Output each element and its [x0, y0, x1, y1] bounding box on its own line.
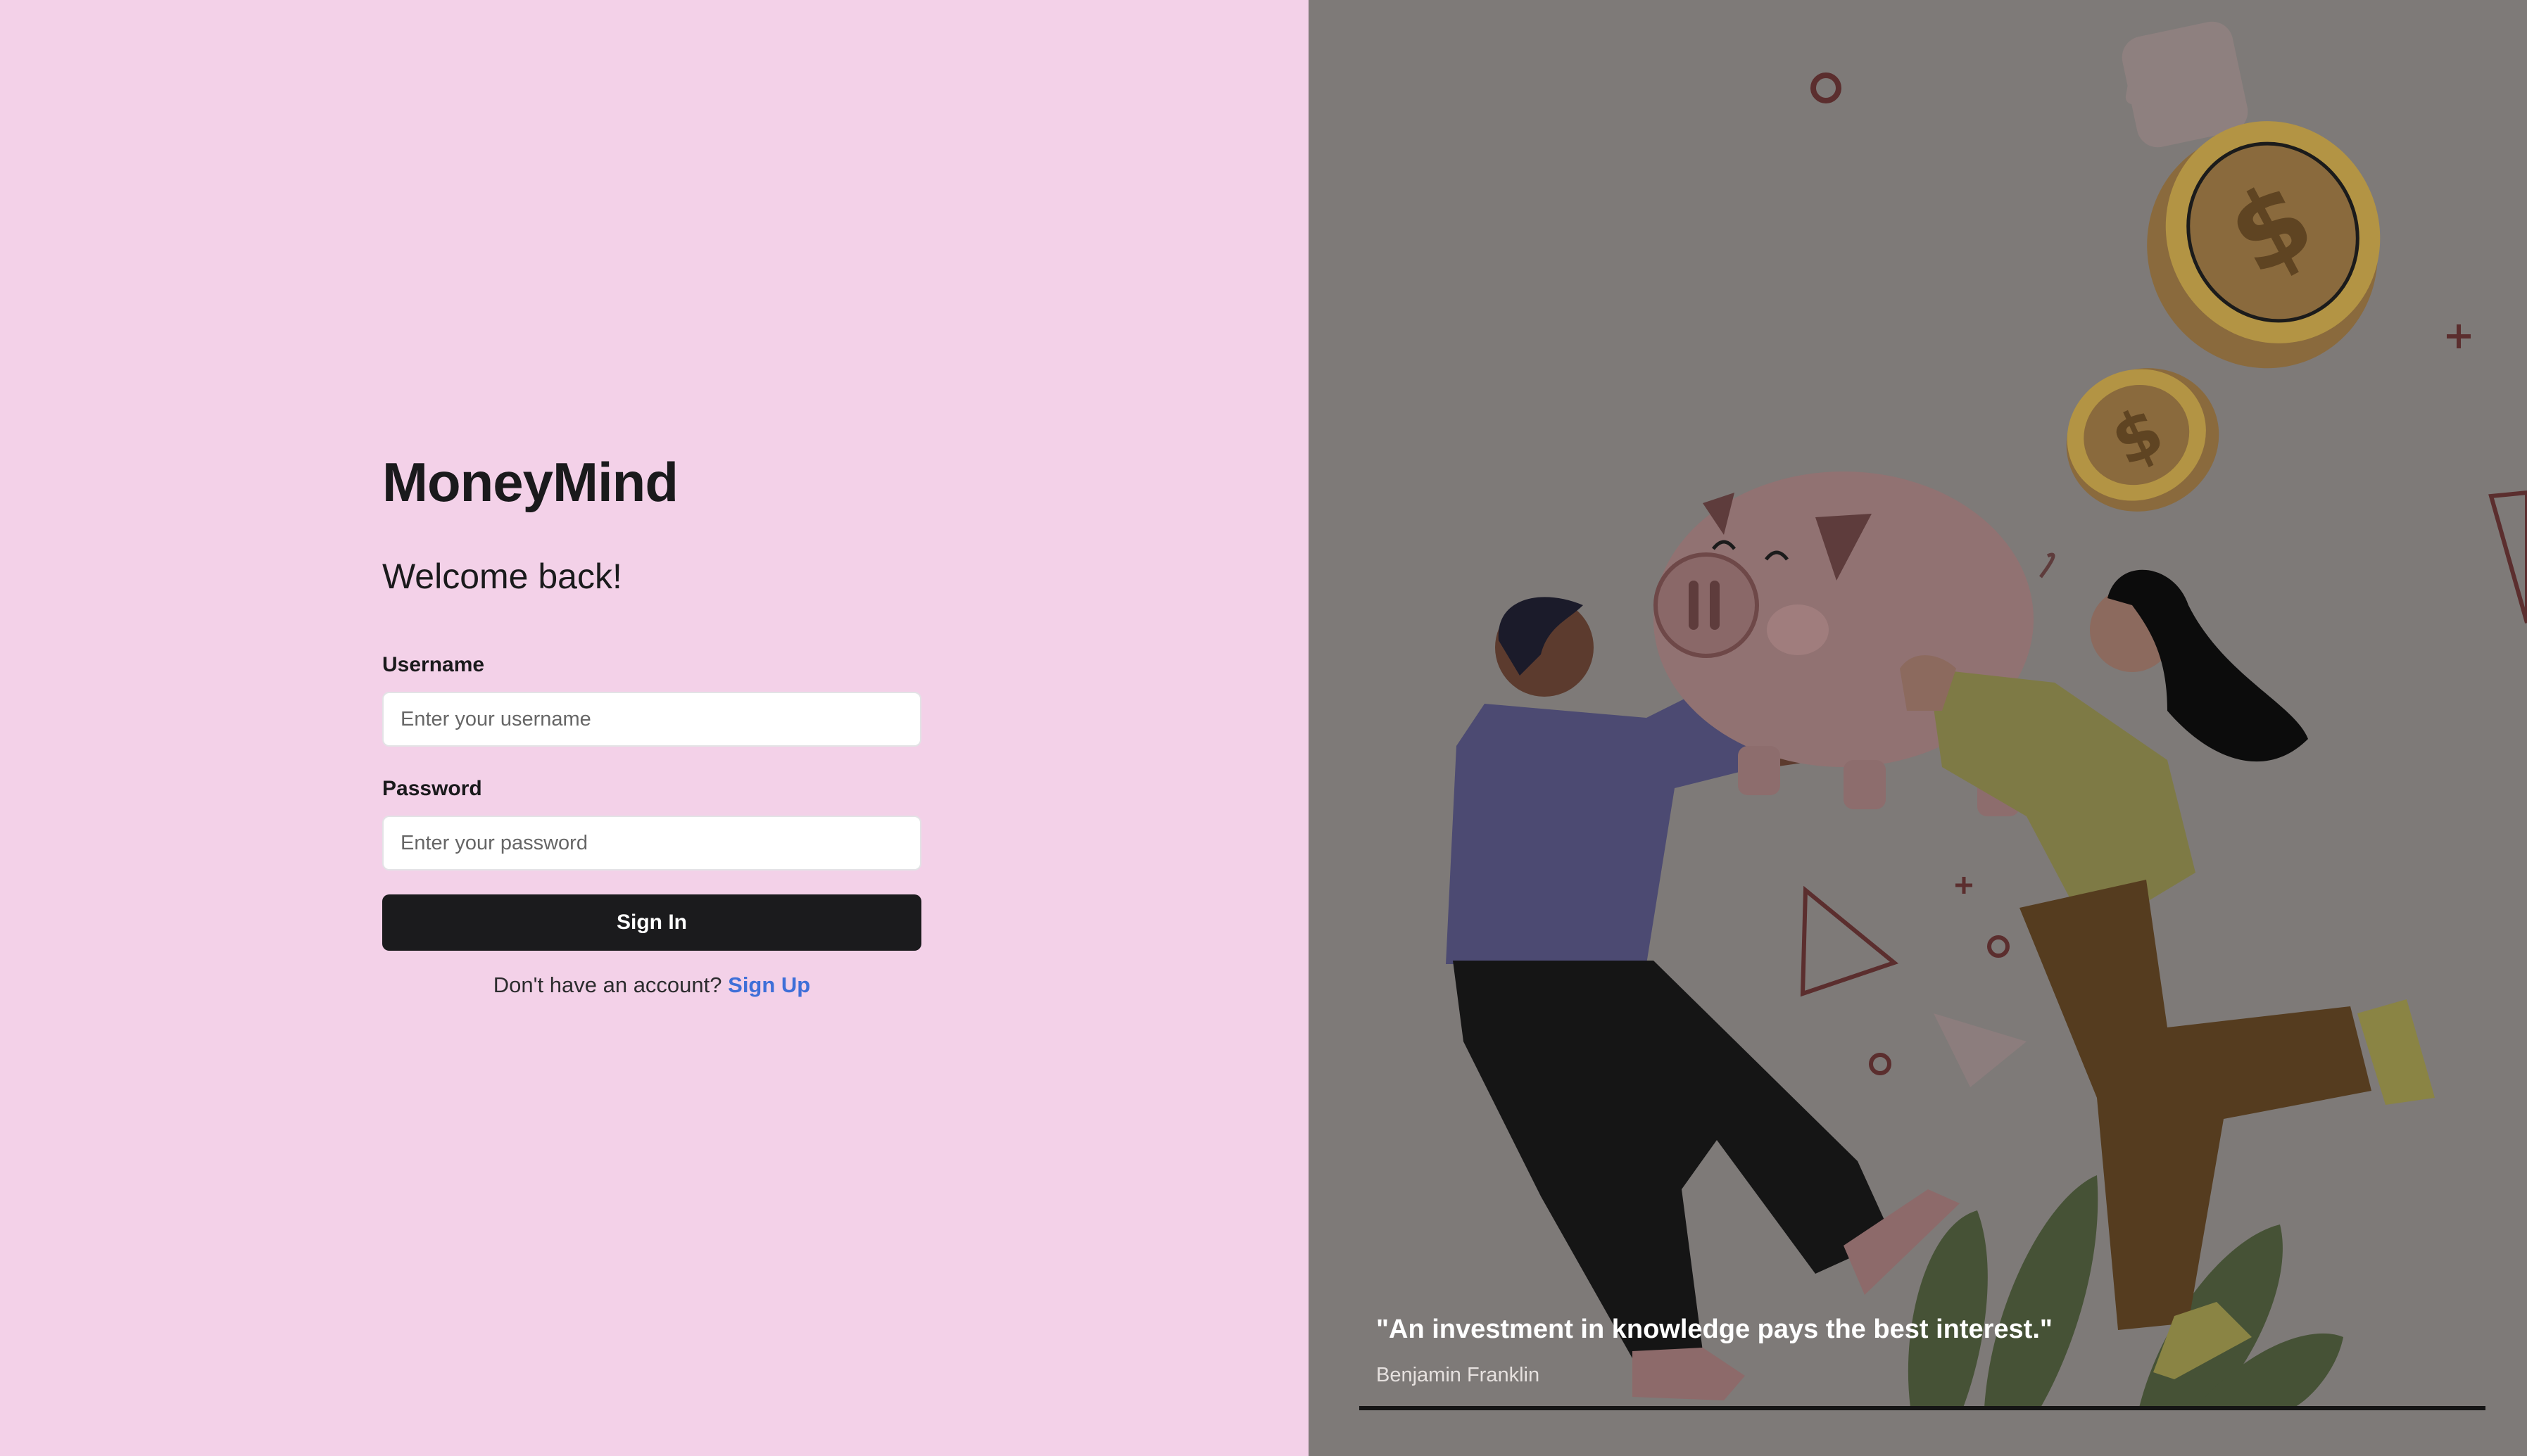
login-panel: MoneyMind Welcome back! Username Passwor… [0, 0, 1309, 1456]
hero-illustration: $ $ [1446, 21, 2527, 1407]
username-label: Username [382, 653, 485, 676]
hero-illustration-panel: $ $ "An investment in knowledge pays the… [1309, 0, 2527, 1456]
welcome-heading: Welcome back! [382, 557, 622, 596]
sign-in-button[interactable]: Sign In [382, 894, 921, 951]
brand-logo: MoneyMind [382, 451, 679, 513]
sign-up-link[interactable]: Sign Up [728, 973, 810, 997]
password-label: Password [382, 777, 482, 800]
signup-prompt-text: Don't have an account? [493, 973, 722, 997]
username-input[interactable] [382, 692, 921, 747]
ground-line [1359, 1406, 2485, 1410]
coin-icon-small: $ [2066, 368, 2219, 512]
signup-prompt: Don't have an account? Sign Up [382, 973, 921, 998]
hero-quote-author: Benjamin Franklin [1376, 1364, 1540, 1386]
hero-quote: "An investment in knowledge pays the bes… [1376, 1315, 2053, 1344]
password-input[interactable] [382, 816, 921, 871]
